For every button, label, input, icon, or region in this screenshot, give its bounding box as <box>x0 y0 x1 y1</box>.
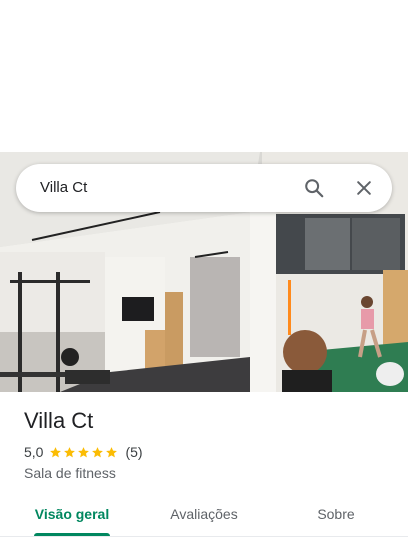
star-icon <box>64 446 76 457</box>
star-icon <box>92 446 104 457</box>
search-bar[interactable]: Villa Ct <box>16 164 392 212</box>
place-title: Villa Ct <box>24 408 94 433</box>
place-category: Sala de fitness <box>24 465 116 481</box>
tab-bar: Visão geral Avaliações Sobre <box>0 496 408 537</box>
close-icon[interactable] <box>348 172 380 204</box>
tab-overview[interactable]: Visão geral <box>22 496 122 532</box>
star-icon <box>106 446 118 457</box>
search-icon[interactable] <box>298 172 330 204</box>
star-icon <box>78 446 90 457</box>
tab-reviews[interactable]: Avaliações <box>154 496 254 532</box>
rating-value: 5,0 <box>24 444 44 460</box>
review-count[interactable]: (5) <box>125 444 142 460</box>
active-tab-indicator <box>34 533 110 536</box>
star-icon <box>50 446 62 457</box>
tab-about[interactable]: Sobre <box>286 496 386 532</box>
rating-row[interactable]: 5,0 (5) <box>24 443 143 461</box>
search-input[interactable]: Villa Ct <box>40 164 87 212</box>
star-rating <box>49 446 119 459</box>
